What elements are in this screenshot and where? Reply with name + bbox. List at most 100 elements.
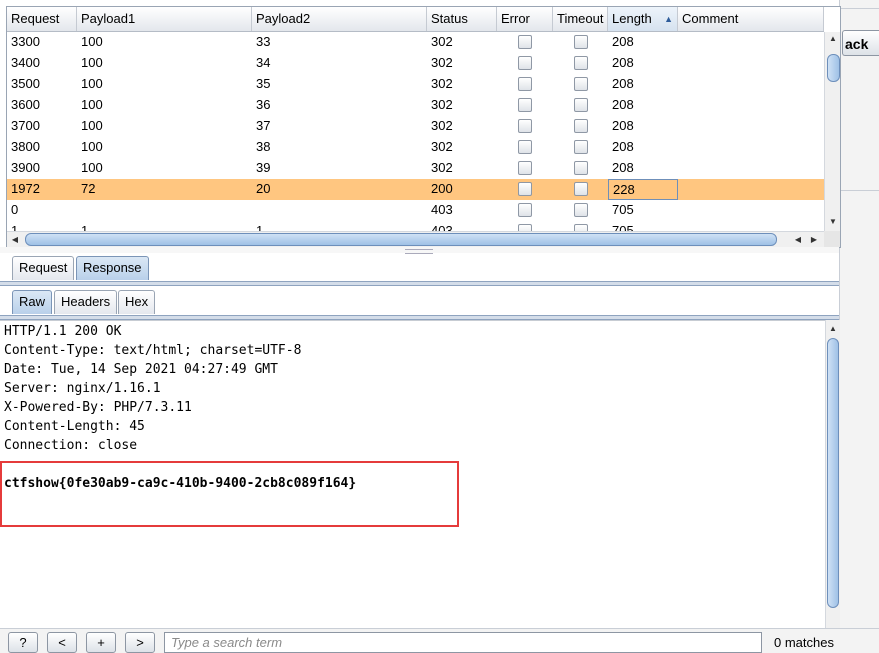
table-row[interactable]: 3900 100 39 302 208 [7, 158, 824, 179]
tab-hex[interactable]: Hex [118, 290, 156, 314]
header-col-payload1[interactable]: Payload1 [77, 7, 252, 31]
response-header-line: X-Powered-By: PHP/7.3.11 [4, 400, 192, 415]
cell-payload1 [77, 200, 252, 221]
timeout-checkbox[interactable] [574, 161, 588, 175]
cell-length: 208 [612, 139, 634, 154]
timeout-checkbox[interactable] [574, 119, 588, 133]
scroll-corner [824, 231, 840, 247]
header-col-length[interactable]: Length ▲ [608, 7, 678, 31]
cell-comment [678, 158, 824, 179]
scroll-thumb[interactable] [827, 54, 840, 82]
tab-request[interactable]: Request [12, 256, 75, 280]
cell-request: 3700 [11, 118, 40, 133]
cell-comment [678, 137, 824, 158]
previous-button[interactable]: < [47, 632, 77, 653]
search-input[interactable] [164, 632, 762, 653]
table-header: Request Payload1 Payload2 Status Error Timeou… [7, 7, 824, 32]
cell-comment [678, 179, 824, 200]
message-tabs: Request Response [6, 253, 839, 281]
cell-request: 0 [11, 202, 19, 217]
cell-comment [678, 32, 824, 53]
error-checkbox[interactable] [518, 35, 532, 49]
table-row[interactable]: 1972 72 20 200 228 [7, 179, 824, 200]
table-row[interactable]: 0 403 705 [7, 200, 824, 221]
scroll-left-icon[interactable]: ◀ [8, 233, 22, 247]
scroll-right-icon[interactable]: ▶ [807, 233, 821, 247]
error-checkbox[interactable] [518, 77, 532, 91]
cell-payload1: 100 [81, 34, 103, 49]
response-header-line: Content-Type: text/html; charset=UTF-8 [4, 343, 302, 358]
error-checkbox[interactable] [518, 224, 532, 231]
scroll-thumb[interactable] [827, 338, 839, 608]
table-row[interactable]: 3500 100 35 302 208 [7, 74, 824, 95]
timeout-checkbox[interactable] [574, 224, 588, 231]
cell-length: 208 [612, 160, 634, 175]
header-col-error[interactable]: Error [497, 7, 553, 31]
scroll-thumb[interactable] [25, 233, 777, 246]
error-checkbox[interactable] [518, 161, 532, 175]
attack-button[interactable]: ack [842, 30, 879, 56]
cell-length: 208 [612, 97, 634, 112]
timeout-checkbox[interactable] [574, 35, 588, 49]
header-col-timeout[interactable]: Timeout [553, 7, 608, 31]
table-horizontal-scrollbar[interactable]: ◀ ◀ ▶ [7, 231, 824, 247]
header-col-status[interactable]: Status [427, 7, 497, 31]
cell-payload2: 34 [256, 55, 271, 70]
search-bar: ? < + > 0 matches [0, 628, 879, 653]
table-body[interactable]: 3300 100 33 302 208 3400 100 34 302 208 3500 100 35 3… [7, 32, 824, 231]
cell-comment [678, 53, 824, 74]
cell-payload1: 100 [81, 160, 103, 175]
cell-request: 1 [11, 223, 19, 231]
sort-ascending-icon: ▲ [664, 14, 673, 24]
cell-payload2: 39 [256, 160, 271, 175]
response-vertical-scrollbar[interactable]: ▲ [825, 320, 840, 628]
error-checkbox[interactable] [518, 203, 532, 217]
scroll-up-icon[interactable]: ▲ [825, 32, 840, 46]
cell-payload2 [252, 200, 427, 221]
cell-status: 302 [431, 118, 453, 133]
table-row[interactable]: 3700 100 37 302 208 [7, 116, 824, 137]
response-header-line: Server: nginx/1.16.1 [4, 381, 161, 396]
cell-payload1: 72 [81, 181, 96, 196]
scroll-left-icon[interactable]: ◀ [791, 233, 805, 247]
timeout-checkbox[interactable] [574, 182, 588, 196]
header-col-comment[interactable]: Comment [678, 7, 824, 31]
match-count: 0 matches [774, 635, 834, 650]
header-col-request[interactable]: Request [7, 7, 77, 31]
tab-headers[interactable]: Headers [54, 290, 118, 314]
next-button[interactable]: > [125, 632, 155, 653]
table-row[interactable]: 3600 100 36 302 208 [7, 95, 824, 116]
scroll-down-icon[interactable]: ▼ [825, 215, 840, 229]
table-vertical-scrollbar[interactable]: ▲ ▼ [824, 32, 840, 231]
gutter-divider [841, 8, 879, 9]
cell-payload2: 37 [256, 118, 271, 133]
timeout-checkbox[interactable] [574, 203, 588, 217]
table-row[interactable]: 3300 100 33 302 208 [7, 32, 824, 53]
cell-status: 302 [431, 160, 453, 175]
tab-response[interactable]: Response [76, 256, 149, 280]
gutter-divider [841, 190, 879, 191]
error-checkbox[interactable] [518, 140, 532, 154]
error-checkbox[interactable] [518, 119, 532, 133]
tab-raw[interactable]: Raw [12, 290, 53, 314]
cell-status: 302 [431, 34, 453, 49]
error-checkbox[interactable] [518, 56, 532, 70]
table-row[interactable]: 1 1 1 403 705 [7, 221, 824, 231]
add-button[interactable]: + [86, 632, 116, 653]
cell-payload2: 36 [256, 97, 271, 112]
error-checkbox[interactable] [518, 182, 532, 196]
timeout-checkbox[interactable] [574, 140, 588, 154]
help-button[interactable]: ? [8, 632, 38, 653]
timeout-checkbox[interactable] [574, 56, 588, 70]
cell-status: 302 [431, 76, 453, 91]
timeout-checkbox[interactable] [574, 98, 588, 112]
table-row[interactable]: 3400 100 34 302 208 [7, 53, 824, 74]
results-table: Request Payload1 Payload2 Status Error Timeou… [6, 6, 841, 248]
timeout-checkbox[interactable] [574, 77, 588, 91]
response-header-line: Date: Tue, 14 Sep 2021 04:27:49 GMT [4, 362, 278, 377]
cell-comment [678, 74, 824, 95]
table-row[interactable]: 3800 100 38 302 208 [7, 137, 824, 158]
header-col-payload2[interactable]: Payload2 [252, 7, 427, 31]
scroll-up-icon[interactable]: ▲ [826, 322, 840, 336]
error-checkbox[interactable] [518, 98, 532, 112]
